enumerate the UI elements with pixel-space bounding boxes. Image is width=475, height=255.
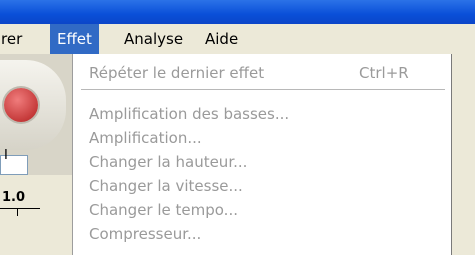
menu-item-change-tempo[interactable]: Changer le tempo... bbox=[89, 201, 238, 219]
menu-enregistrer[interactable]: rer bbox=[0, 24, 29, 54]
menu-analyse[interactable]: Analyse bbox=[117, 24, 190, 54]
menu-effet[interactable]: Effet bbox=[50, 24, 99, 54]
menu-item-change-pitch[interactable]: Changer la hauteur... bbox=[89, 153, 247, 171]
menu-item-bass-boost[interactable]: Amplification des basses... bbox=[89, 105, 289, 123]
menu-bar: rer Effet Analyse Aide bbox=[0, 24, 475, 54]
ruler-label: 1.0 bbox=[2, 190, 26, 205]
menu-item-repeat-last-effect[interactable]: Répéter le dernier effet bbox=[89, 64, 264, 82]
menu-separator bbox=[81, 89, 445, 90]
ruler-tick bbox=[17, 208, 18, 216]
right-panel-edge bbox=[452, 54, 475, 255]
timeline-ruler bbox=[0, 175, 72, 255]
menu-item-amplify[interactable]: Amplification... bbox=[89, 129, 202, 147]
menu-item-compressor[interactable]: Compresseur... bbox=[89, 225, 201, 243]
effet-menu-dropdown: Répéter le dernier effet Ctrl+R Amplific… bbox=[72, 54, 452, 255]
record-button[interactable] bbox=[4, 88, 38, 122]
menu-item-change-speed[interactable]: Changer la vitesse... bbox=[89, 177, 243, 195]
shortcut-label: Ctrl+R bbox=[359, 64, 409, 82]
menu-aide[interactable]: Aide bbox=[198, 24, 245, 54]
ruler-line bbox=[0, 208, 40, 209]
title-bar bbox=[0, 0, 475, 24]
selection-tool-icon: I bbox=[4, 148, 8, 163]
